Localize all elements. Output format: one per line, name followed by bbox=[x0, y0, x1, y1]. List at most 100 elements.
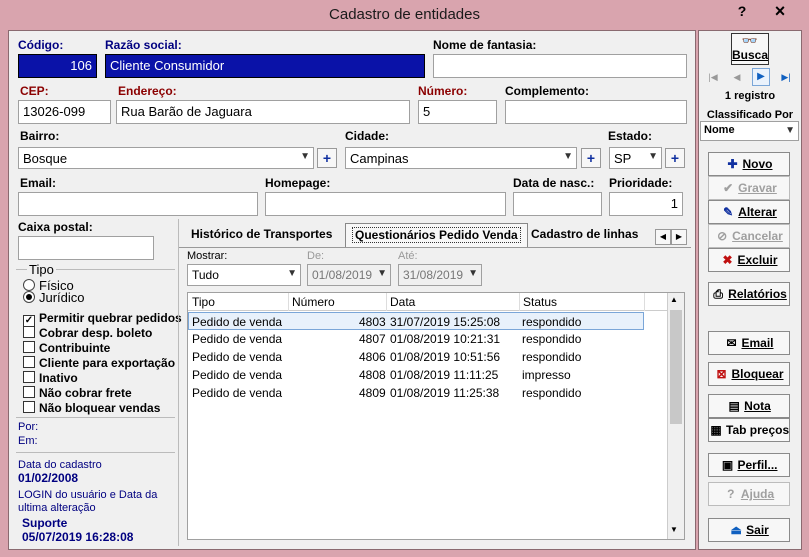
help-button[interactable]: ? bbox=[732, 0, 752, 22]
binoculars-icon: 👓 bbox=[741, 33, 759, 48]
table-row[interactable]: Pedido de venda 4806 01/08/2019 10:51:56… bbox=[188, 348, 644, 366]
gravar-button[interactable]: ✔ Gravar bbox=[708, 176, 790, 200]
chevron-down-icon: ▼ bbox=[377, 268, 387, 279]
cep-field[interactable]: 13026-099 bbox=[18, 100, 111, 124]
nasc-field[interactable] bbox=[513, 192, 602, 216]
tab-precos-button[interactable]: ▦ Tab preços bbox=[708, 418, 790, 442]
sair-button[interactable]: ⏏ Sair bbox=[708, 518, 790, 542]
relatorios-button[interactable]: ⎙ Relatórios bbox=[708, 282, 790, 306]
printer-icon: ⎙ bbox=[713, 287, 723, 301]
check-exportacao[interactable]: Cliente para exportação bbox=[23, 356, 175, 370]
tab-divider bbox=[179, 247, 691, 248]
email-button[interactable]: ✉ Email bbox=[708, 331, 790, 355]
prioridade-field[interactable]: 1 bbox=[609, 192, 683, 216]
ajuda-button[interactable]: ? Ajuda bbox=[708, 482, 790, 506]
sair-label: Sair bbox=[746, 523, 769, 537]
check-inativo[interactable]: Inativo bbox=[23, 371, 78, 385]
endereco-label: Endereço: bbox=[118, 84, 177, 98]
nav-first-icon[interactable]: |◀ bbox=[704, 69, 722, 85]
bairro-value: Bosque bbox=[23, 151, 68, 166]
chevron-down-icon: ▼ bbox=[563, 151, 573, 162]
add-cidade-button[interactable]: + bbox=[581, 148, 601, 168]
add-bairro-button[interactable]: + bbox=[317, 148, 337, 168]
homepage-field[interactable] bbox=[265, 192, 506, 216]
alterar-button[interactable]: ✎ Alterar bbox=[708, 200, 790, 224]
busca-button[interactable]: 👓 Busca bbox=[731, 33, 769, 65]
nav-last-icon[interactable]: ▶| bbox=[776, 69, 796, 85]
scroll-down-icon[interactable]: ▼ bbox=[670, 525, 678, 534]
novo-button[interactable]: ✚ Novo bbox=[708, 152, 790, 176]
cell-status: respondido bbox=[522, 315, 582, 329]
col-tipo[interactable]: Tipo bbox=[192, 295, 215, 309]
table-row[interactable]: Pedido de venda 4803 31/07/2019 15:25:08… bbox=[188, 312, 644, 330]
cell-numero: 4803 bbox=[359, 315, 386, 329]
codigo-field[interactable]: 106 bbox=[18, 54, 97, 78]
tab-scroll-left[interactable]: ◀ bbox=[655, 229, 671, 245]
table-row[interactable]: Pedido de venda 4808 01/08/2019 11:11:25… bbox=[188, 366, 644, 384]
tab-questionarios[interactable]: Questionários Pedido Venda bbox=[345, 223, 528, 247]
homepage-label: Homepage: bbox=[265, 176, 331, 190]
de-date-picker[interactable]: 01/08/2019 ▼ bbox=[307, 264, 391, 286]
nav-next-icon[interactable]: ▶ bbox=[752, 68, 770, 86]
complemento-field[interactable] bbox=[505, 100, 687, 124]
nota-button[interactable]: ▤ Nota bbox=[708, 394, 790, 418]
window-title: Cadastro de entidades bbox=[329, 6, 480, 23]
check-label: Cobrar desp. boleto bbox=[39, 326, 153, 340]
add-estado-button[interactable]: + bbox=[665, 148, 685, 168]
checkmark-icon: ✔ bbox=[723, 181, 734, 195]
sort-order-select[interactable]: Nome ▼ bbox=[700, 121, 799, 141]
codigo-label: Código: bbox=[18, 38, 64, 52]
divider bbox=[16, 417, 175, 418]
col-numero[interactable]: Número bbox=[292, 295, 335, 309]
numero-field[interactable]: 5 bbox=[418, 100, 497, 124]
data-cadastro-value: 01/02/2008 bbox=[18, 471, 79, 485]
close-button[interactable]: × bbox=[762, 0, 798, 22]
bloquear-button[interactable]: ⊠ Bloquear bbox=[708, 362, 790, 386]
tab-cadastro-linhas[interactable]: Cadastro de linhas bbox=[525, 223, 644, 247]
cancelar-button[interactable]: ⊘ Cancelar bbox=[708, 224, 790, 248]
checkbox-icon bbox=[23, 401, 35, 413]
envelope-icon: ✉ bbox=[726, 336, 737, 350]
check-nao-bloquear[interactable]: Não bloquear vendas bbox=[23, 401, 160, 415]
perfil-label: Perfil... bbox=[737, 458, 778, 472]
cancel-icon: ⊘ bbox=[717, 229, 728, 243]
ate-date-picker[interactable]: 31/08/2019 ▼ bbox=[398, 264, 482, 286]
nav-prev-icon[interactable]: ◀ bbox=[728, 69, 746, 85]
nasc-label: Data de nasc.: bbox=[513, 176, 595, 190]
checkbox-icon bbox=[23, 371, 35, 383]
tab-historico-transportes[interactable]: Histórico de Transportes bbox=[185, 223, 338, 247]
bairro-select[interactable]: Bosque ▼ bbox=[18, 147, 314, 169]
mostrar-select[interactable]: Tudo ▼ bbox=[187, 264, 301, 286]
em-label: Em: bbox=[18, 435, 38, 447]
ate-label: Até: bbox=[398, 250, 418, 262]
estado-select[interactable]: SP ▼ bbox=[609, 147, 662, 169]
razao-field[interactable]: Cliente Consumidor bbox=[105, 54, 425, 78]
data-cadastro-label: Data do cadastro bbox=[18, 459, 102, 471]
check-quebrar-pedidos[interactable]: ✓ Permitir quebrar pedidos bbox=[23, 311, 182, 327]
table-row[interactable]: Pedido de venda 4807 01/08/2019 10:21:31… bbox=[188, 330, 644, 348]
scroll-up-icon[interactable]: ▲ bbox=[670, 295, 678, 304]
check-nao-cobrar-frete[interactable]: Não cobrar frete bbox=[23, 386, 132, 400]
cidade-select[interactable]: Campinas ▼ bbox=[345, 147, 577, 169]
record-count: 1 registro bbox=[724, 90, 776, 102]
table-row[interactable]: Pedido de venda 4809 01/08/2019 11:25:38… bbox=[188, 384, 644, 402]
email-label: Email: bbox=[20, 176, 57, 190]
divider bbox=[16, 452, 175, 453]
caixa-field[interactable] bbox=[18, 236, 154, 260]
block-icon: ⊠ bbox=[716, 367, 727, 381]
check-contribuinte[interactable]: Contribuinte bbox=[23, 341, 110, 355]
radio-juridico[interactable]: Jurídico bbox=[23, 290, 85, 305]
endereco-field[interactable]: Rua Barão de Jaguara bbox=[116, 100, 410, 124]
col-data[interactable]: Data bbox=[390, 295, 415, 309]
chevron-down-icon: ▼ bbox=[287, 268, 297, 279]
perfil-button[interactable]: ▣ Perfil... bbox=[708, 453, 790, 477]
table-scrollbar[interactable]: ▲ ▼ bbox=[667, 293, 684, 539]
scroll-thumb[interactable] bbox=[670, 310, 682, 424]
email-field[interactable] bbox=[18, 192, 258, 216]
check-cobrar-boleto[interactable]: Cobrar desp. boleto bbox=[23, 326, 152, 340]
fantasia-field[interactable] bbox=[433, 54, 687, 78]
tab-scroll-right[interactable]: ▶ bbox=[671, 229, 687, 245]
excluir-button[interactable]: ✖ Excluir bbox=[708, 248, 790, 272]
col-status[interactable]: Status bbox=[523, 295, 557, 309]
de-value: 01/08/2019 bbox=[312, 268, 373, 282]
